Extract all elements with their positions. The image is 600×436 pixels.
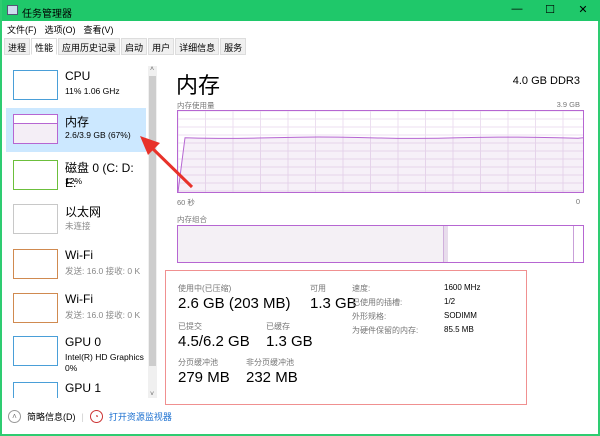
annotation-arrow — [140, 136, 194, 189]
task-manager-window: 任务管理器 — ☐ ✕ 文件(F) 选项(O) 查看(V) 进程 性能 应用历史… — [0, 0, 600, 436]
